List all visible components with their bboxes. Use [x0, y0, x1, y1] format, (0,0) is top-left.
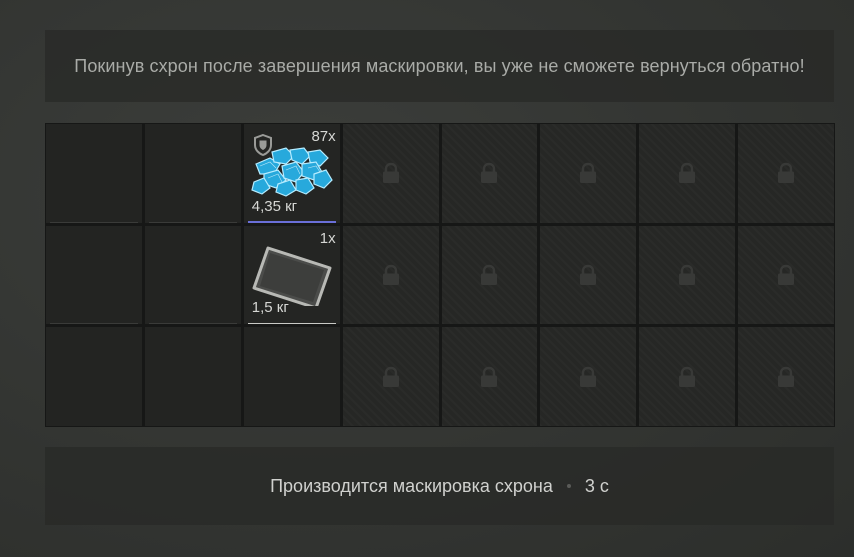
- blue-crystals-icon: [251, 147, 333, 197]
- inventory-slot-locked: [540, 327, 637, 426]
- inventory-slot-locked: [342, 225, 439, 325]
- status-timer: 3 с: [584, 475, 609, 496]
- inventory-slot-locked: [441, 225, 538, 325]
- item-weight: 1,5 кг: [251, 299, 289, 317]
- item-rarity-bar: [247, 220, 336, 223]
- inventory-slot-locked: [342, 327, 439, 426]
- inventory-slot-locked: [639, 225, 736, 325]
- lock-icon: [481, 366, 498, 387]
- inventory-slot-locked: [441, 327, 538, 426]
- lock-icon: [679, 163, 696, 184]
- inventory-item-blue-crystals[interactable]: 87x 4,35 кг: [243, 124, 340, 223]
- inventory-slot-empty[interactable]: [46, 225, 142, 325]
- lock-icon: [382, 366, 399, 387]
- lock-icon: [778, 264, 795, 285]
- inventory-slot-locked: [540, 225, 637, 325]
- item-count: 87x: [311, 128, 336, 145]
- inventory-slot-empty[interactable]: [144, 225, 241, 325]
- inventory-slot-locked: [441, 124, 538, 223]
- inventory-slot-locked: [639, 327, 736, 426]
- warning-text: Покинув схрон после завершения маскировк…: [74, 55, 805, 76]
- lock-icon: [679, 366, 696, 387]
- inventory-slot-locked: [540, 124, 637, 223]
- lock-icon: [481, 264, 498, 285]
- inventory-slot-empty[interactable]: [46, 327, 142, 426]
- separator-dot: [566, 484, 571, 488]
- inventory-slot-locked: [342, 124, 439, 223]
- warning-banner: Покинув схрон после завершения маскировк…: [45, 30, 834, 102]
- inventory-slot-locked: [639, 124, 736, 223]
- inventory-item-metal-plate[interactable]: 1x 1,5 кг: [243, 225, 340, 325]
- lock-icon: [580, 163, 597, 184]
- status-text: Производится маскировка схрона: [270, 475, 553, 496]
- inventory-slot-empty[interactable]: [46, 124, 142, 223]
- inventory-slot-locked: [738, 225, 834, 325]
- lock-icon: [481, 163, 498, 184]
- lock-icon: [382, 264, 399, 285]
- lock-icon: [778, 163, 795, 184]
- inventory-slot-empty[interactable]: [144, 327, 241, 426]
- item-weight: 4,35 кг: [251, 197, 298, 215]
- lock-icon: [382, 163, 399, 184]
- inventory-slot-empty[interactable]: [144, 124, 241, 223]
- lock-icon: [679, 264, 696, 285]
- inventory-slot-empty[interactable]: [243, 327, 340, 426]
- item-count: 1x: [319, 229, 336, 247]
- status-bar: Производится маскировка схрона 3 с: [45, 447, 834, 525]
- item-rarity-bar: [247, 323, 336, 325]
- inventory-slot-locked: [738, 124, 834, 223]
- stash-grid: 87x 4,35 кг 1x 1,5 кг: [45, 123, 835, 427]
- inventory-slot-locked: [738, 327, 834, 426]
- lock-icon: [580, 264, 597, 285]
- lock-icon: [580, 366, 597, 387]
- lock-icon: [778, 366, 795, 387]
